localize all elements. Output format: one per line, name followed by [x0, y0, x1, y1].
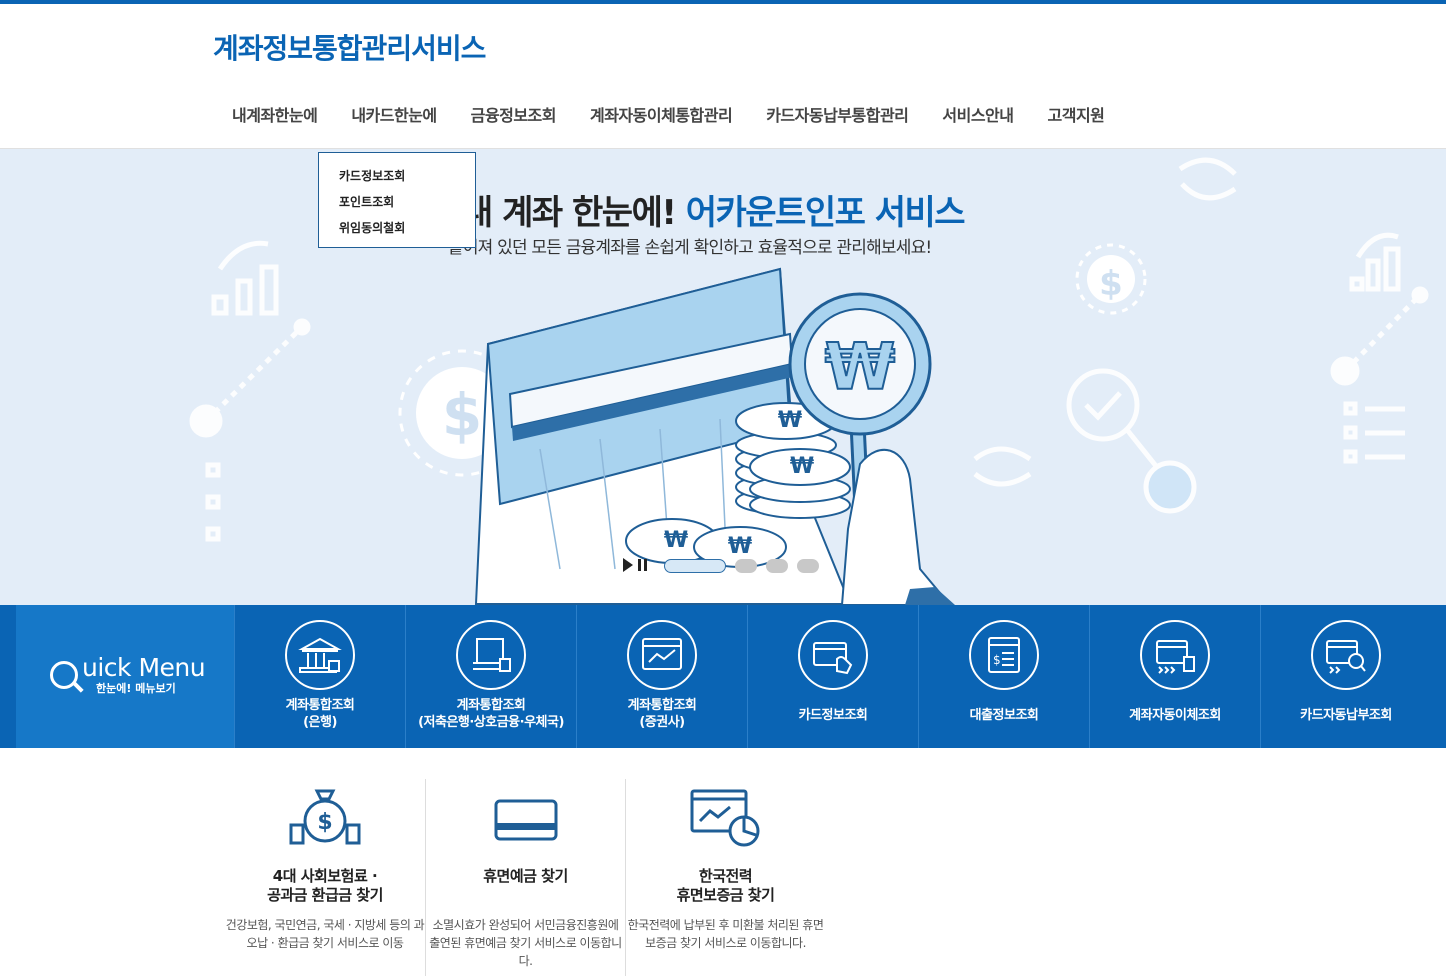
svg-text:₩: ₩	[825, 331, 896, 405]
card-submenu-dropdown: 카드정보조회 포인트조회 위임동의철회	[318, 152, 476, 248]
hero-title-accent: 어카운트인포 서비스	[685, 193, 966, 233]
quick-item-loan-info[interactable]: $ 대출정보조회	[918, 605, 1089, 748]
card-search-icon	[1311, 620, 1381, 690]
nav-item-my-accounts[interactable]: 내계좌한눈에	[215, 102, 334, 126]
quick-item-label: 대출정보조회	[969, 708, 1039, 723]
quick-item-label: 계좌자동이체조회	[1129, 708, 1221, 723]
quick-item-label: 카드정보조회	[798, 708, 868, 723]
quick-item-label: 계좌통합조회 (저축은행·상호금융·우체국)	[406, 697, 576, 731]
nav-item-my-cards[interactable]: 내카드한눈에	[334, 102, 453, 126]
nav-item-service-guide[interactable]: 서비스안내	[925, 102, 1030, 126]
quick-item-savings-accounts[interactable]: 계좌통합조회 (저축은행·상호금융·우체국)	[405, 605, 576, 748]
service-description: 한국전력에 납부된 후 미환불 처리된 휴면보증금 찾기 서비스로 이동합니다.	[627, 918, 824, 950]
quick-menu-subheading: 한눈에! 메뉴보기	[96, 682, 176, 695]
svg-text:₩: ₩	[778, 408, 802, 433]
nav-item-auto-transfer[interactable]: 계좌자동이체통합관리	[573, 102, 749, 126]
quick-item-auto-transfer[interactable]: 계좌자동이체조회	[1089, 605, 1260, 748]
svg-text:₩: ₩	[790, 454, 814, 479]
service-title: 휴면예금 찾기	[483, 867, 568, 885]
quick-menu: uick Menu 한눈에! 메뉴보기 계좌통합조회 (은행) 계좌통합조회 (…	[0, 605, 1446, 748]
main-navigation: 내계좌한눈에 내카드한눈에 금융정보조회 계좌자동이체통합관리 카드자동납부통합…	[215, 102, 1121, 126]
quick-item-securities[interactable]: 계좌통합조회 (증권사)	[576, 605, 747, 748]
quick-item-card-info[interactable]: 카드정보조회	[747, 605, 918, 748]
quick-item-bank-accounts[interactable]: 계좌통합조회 (은행)	[234, 605, 405, 748]
submenu-points[interactable]: 포인트조회	[339, 189, 475, 215]
slider-dot-1[interactable]	[664, 559, 726, 573]
service-title: 한국전력 휴면보증금 찾기	[676, 867, 775, 904]
service-kepco-deposit[interactable]: 한국전력 휴면보증금 찾기 한국전력에 납부된 후 미환불 처리된 휴면보증금 …	[625, 779, 825, 976]
bank-icon	[285, 620, 355, 690]
quick-item-label: 계좌통합조회 (은행)	[235, 697, 405, 731]
quick-item-label: 계좌통합조회 (증권사)	[577, 697, 747, 731]
quick-menu-heading: uick Menu	[82, 653, 206, 682]
slider-dot-2[interactable]	[735, 559, 757, 573]
slider-dot-3[interactable]	[766, 559, 788, 573]
svg-text:$: $	[993, 653, 1001, 667]
stock-chart-icon	[627, 620, 697, 690]
atm-icon	[456, 620, 526, 690]
quick-item-line1: 계좌통합조회	[627, 698, 697, 713]
slider-dot-4[interactable]	[797, 559, 819, 573]
service-title: 4대 사회보험료 · 공과금 환급금 찾기	[267, 867, 383, 904]
hero-title-plain: 내 계좌 한눈에!	[462, 193, 677, 233]
quick-item-card-auto-payment[interactable]: 카드자동납부조회	[1260, 605, 1431, 748]
card-icon	[494, 799, 557, 841]
hero-subtitle: 흩어져 있던 모든 금융계좌를 손쉽게 확인하고 효율적으로 관리해보세요!	[448, 238, 932, 258]
svg-text:$: $	[1099, 264, 1123, 304]
search-icon-handle	[72, 681, 84, 693]
quick-item-label: 카드자동납부조회	[1300, 708, 1392, 723]
submenu-card-info[interactable]: 카드정보조회	[339, 163, 475, 189]
extra-services: $ 4대 사회보험료 · 공과금 환급금 찾기 건강보험, 국민연금, 국세 ·…	[225, 779, 825, 976]
nav-item-customer-support[interactable]: 고객지원	[1031, 102, 1122, 126]
play-pause-icon	[623, 558, 647, 572]
quick-item-line2: (증권사)	[639, 715, 685, 730]
site-header: 계좌정보통합관리서비스 내계좌한눈에 내카드한눈에 금융정보조회 계좌자동이체통…	[0, 4, 1446, 149]
slider-play-pause-button[interactable]	[621, 557, 651, 573]
svg-text:₩: ₩	[664, 528, 688, 553]
quick-menu-title: uick Menu 한눈에! 메뉴보기	[0, 605, 234, 748]
service-refund-finder[interactable]: $ 4대 사회보험료 · 공과금 환급금 찾기 건강보험, 국민연금, 국세 ·…	[225, 779, 425, 976]
quick-item-line1: 계좌통합조회	[456, 698, 526, 713]
auto-transfer-icon	[1140, 620, 1210, 690]
nav-item-financial-info[interactable]: 금융정보조회	[454, 102, 573, 126]
quick-item-line2: (저축은행·상호금융·우체국)	[418, 715, 564, 730]
loan-document-icon: $	[969, 620, 1039, 690]
hero-banner: $ $ ₩ ₩ ₩ ₩ ₩ 내 계좌 한눈에! 어카운트인포 서비스 흩어져 있…	[0, 149, 1446, 605]
svg-text:$: $	[442, 381, 482, 449]
card-hand-icon	[798, 620, 868, 690]
quick-item-line2: (은행)	[303, 715, 337, 730]
service-dormant-deposit[interactable]: 휴면예금 찾기 소멸시효가 완성되어 서민금융진흥원에 출연된 휴면예금 찾기 …	[425, 779, 625, 976]
service-description: 건강보험, 국민연금, 국세 · 지방세 등의 과오납 · 환급금 찾기 서비스…	[225, 918, 425, 950]
submenu-consent-withdrawal[interactable]: 위임동의철회	[339, 215, 475, 241]
quick-item-line1: 계좌통합조회	[285, 698, 355, 713]
report-chart-icon	[690, 789, 759, 847]
site-logo[interactable]: 계좌정보통합관리서비스	[213, 27, 486, 67]
nav-item-card-auto-payment[interactable]: 카드자동납부통합관리	[749, 102, 925, 126]
svg-text:$: $	[317, 810, 332, 835]
svg-text:₩: ₩	[728, 534, 752, 559]
hero-title: 내 계좌 한눈에! 어카운트인포 서비스	[462, 185, 966, 234]
service-description: 소멸시효가 완성되어 서민금융진흥원에 출연된 휴면예금 찾기 서비스로 이동합…	[429, 918, 622, 968]
money-bag-icon: $	[289, 789, 361, 845]
